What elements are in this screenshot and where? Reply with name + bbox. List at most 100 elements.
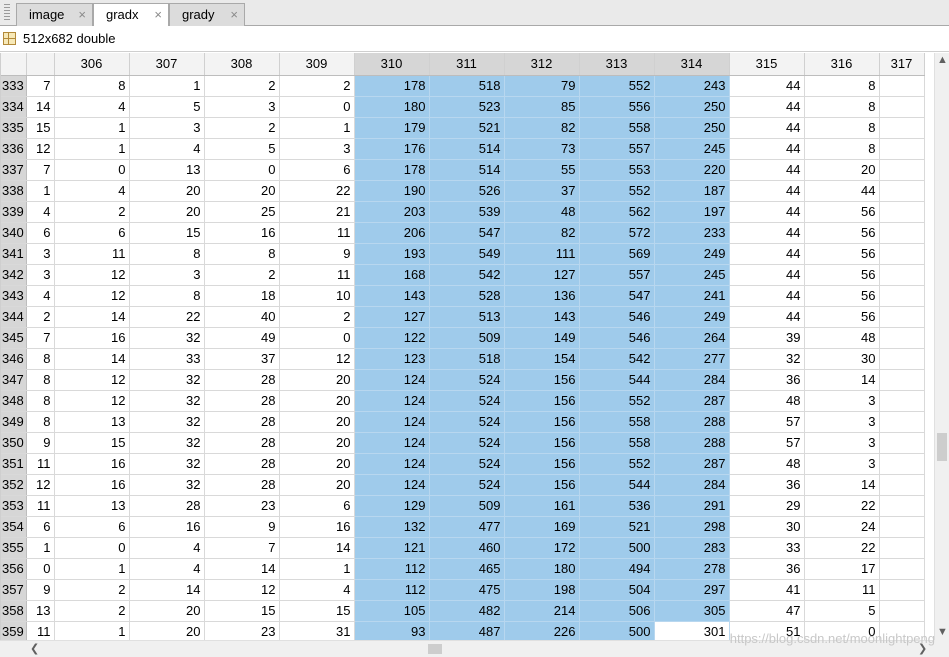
table-cell[interactable]: 197	[654, 201, 730, 223]
table-cell[interactable]: 7	[26, 159, 55, 181]
table-cell[interactable]: 16	[54, 474, 130, 496]
table-cell[interactable]: 143	[354, 285, 430, 307]
column-header[interactable]: 314	[654, 53, 730, 76]
table-cell[interactable]: 241	[654, 285, 730, 307]
table-cell[interactable]: 13	[54, 411, 130, 433]
table-cell[interactable]: 558	[579, 117, 655, 139]
table-cell[interactable]: 552	[579, 453, 655, 475]
table-cell[interactable]: 23	[204, 495, 280, 517]
table-cell[interactable]: 149	[504, 327, 580, 349]
table-cell[interactable]: 572	[579, 222, 655, 244]
table-cell[interactable]	[879, 222, 925, 244]
table-cell[interactable]: 3	[129, 117, 205, 139]
row-header[interactable]: 349	[1, 411, 27, 433]
table-cell[interactable]: 22	[804, 495, 880, 517]
table-cell[interactable]: 28	[129, 495, 205, 517]
table-cell[interactable]: 22	[129, 306, 205, 328]
table-cell[interactable]: 44	[729, 117, 805, 139]
table-cell[interactable]: 506	[579, 600, 655, 622]
table-cell[interactable]: 283	[654, 537, 730, 559]
row-header[interactable]: 345	[1, 327, 27, 349]
table-cell[interactable]: 16	[204, 222, 280, 244]
table-cell[interactable]: 243	[654, 75, 730, 97]
table-cell[interactable]: 48	[729, 390, 805, 412]
column-header[interactable]: 315	[729, 53, 805, 76]
scroll-up-icon[interactable]: ▲	[937, 53, 948, 67]
table-cell[interactable]: 8	[804, 75, 880, 97]
row-header[interactable]: 334	[1, 96, 27, 118]
table-cell[interactable]: 249	[654, 306, 730, 328]
table-cell[interactable]: 49	[204, 327, 280, 349]
table-cell[interactable]: 8	[26, 390, 55, 412]
table-cell[interactable]: 37	[204, 348, 280, 370]
table-cell[interactable]: 56	[804, 306, 880, 328]
table-cell[interactable]: 549	[429, 243, 505, 265]
table-cell[interactable]: 44	[729, 201, 805, 223]
table-cell[interactable]: 3	[804, 453, 880, 475]
row-header[interactable]: 353	[1, 495, 27, 517]
table-cell[interactable]: 82	[504, 222, 580, 244]
table-cell[interactable]: 8	[129, 285, 205, 307]
table-cell[interactable]: 15	[279, 600, 355, 622]
table-cell[interactable]: 11	[279, 264, 355, 286]
table-cell[interactable]: 0	[54, 537, 130, 559]
column-header[interactable]: 308	[204, 53, 280, 76]
table-cell[interactable]: 2	[204, 75, 280, 97]
row-header[interactable]: 357	[1, 579, 27, 601]
table-cell[interactable]	[879, 327, 925, 349]
table-cell[interactable]: 56	[804, 285, 880, 307]
table-cell[interactable]: 32	[729, 348, 805, 370]
table-cell[interactable]: 18	[204, 285, 280, 307]
table-cell[interactable]: 111	[504, 243, 580, 265]
table-cell[interactable]: 2	[26, 306, 55, 328]
table-cell[interactable]: 12	[54, 390, 130, 412]
table-cell[interactable]: 47	[729, 600, 805, 622]
table-cell[interactable]: 178	[354, 159, 430, 181]
table-cell[interactable]	[879, 516, 925, 538]
table-cell[interactable]: 156	[504, 474, 580, 496]
row-header[interactable]: 344	[1, 306, 27, 328]
table-cell[interactable]	[879, 390, 925, 412]
table-cell[interactable]	[879, 75, 925, 97]
table-cell[interactable]: 203	[354, 201, 430, 223]
table-cell[interactable]: 20	[279, 453, 355, 475]
column-header[interactable]: 310	[354, 53, 430, 76]
table-cell[interactable]: 524	[429, 369, 505, 391]
table-cell[interactable]: 178	[354, 75, 430, 97]
table-cell[interactable]: 143	[504, 306, 580, 328]
table-cell[interactable]: 301	[654, 621, 730, 640]
table-cell[interactable]: 524	[429, 474, 505, 496]
row-header[interactable]: 352	[1, 474, 27, 496]
table-cell[interactable]: 552	[579, 180, 655, 202]
table-cell[interactable]: 85	[504, 96, 580, 118]
column-header[interactable]: 306	[54, 53, 130, 76]
table-cell[interactable]: 30	[804, 348, 880, 370]
table-cell[interactable]: 4	[129, 537, 205, 559]
table-cell[interactable]: 55	[504, 159, 580, 181]
table-cell[interactable]: 14	[279, 537, 355, 559]
vertical-scroll-thumb[interactable]	[937, 433, 947, 461]
table-cell[interactable]: 524	[429, 390, 505, 412]
row-header[interactable]: 335	[1, 117, 27, 139]
table-cell[interactable]: 542	[429, 264, 505, 286]
table-cell[interactable]: 284	[654, 474, 730, 496]
table-cell[interactable]: 44	[729, 180, 805, 202]
row-header[interactable]: 347	[1, 369, 27, 391]
table-cell[interactable]	[879, 138, 925, 160]
table-cell[interactable]: 154	[504, 348, 580, 370]
table-cell[interactable]: 28	[204, 390, 280, 412]
tab-image[interactable]: image ×	[16, 3, 93, 26]
table-cell[interactable]: 44	[729, 285, 805, 307]
table-cell[interactable]: 44	[729, 264, 805, 286]
table-cell[interactable]: 12	[54, 285, 130, 307]
table-cell[interactable]: 9	[26, 579, 55, 601]
table-cell[interactable]: 12	[54, 264, 130, 286]
row-header[interactable]: 336	[1, 138, 27, 160]
table-cell[interactable]: 8	[804, 138, 880, 160]
table-cell[interactable]: 3	[804, 411, 880, 433]
table-cell[interactable]: 514	[429, 159, 505, 181]
table-cell[interactable]: 1	[54, 138, 130, 160]
table-cell[interactable]: 24	[804, 516, 880, 538]
table-cell[interactable]: 250	[654, 117, 730, 139]
table-cell[interactable]: 32	[129, 453, 205, 475]
